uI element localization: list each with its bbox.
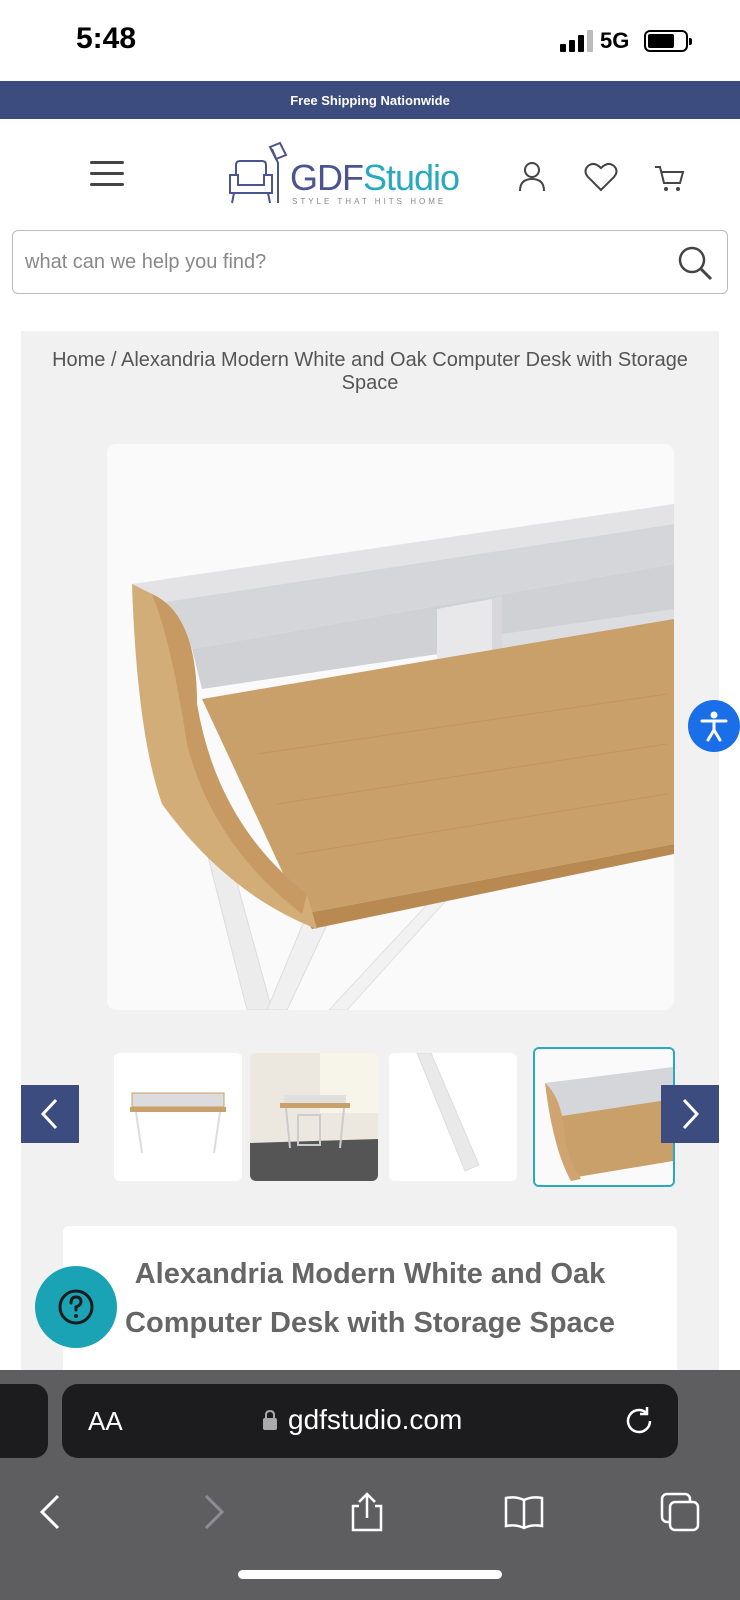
reload-icon[interactable]: [622, 1404, 656, 1438]
desk-closeup-thumbnail: [535, 1049, 673, 1185]
armchair-logo-icon: [229, 141, 288, 204]
accessibility-icon: [700, 711, 728, 742]
thumbnail-carousel: [21, 1041, 719, 1191]
breadcrumb: Home / Alexandria Modern White and Oak C…: [37, 349, 703, 395]
signal-icon: [560, 30, 593, 52]
search-bar: [12, 230, 728, 294]
promo-banner: Free Shipping Nationwide: [0, 81, 740, 119]
thumbnail-4-active[interactable]: [533, 1047, 675, 1187]
bookmarks-icon[interactable]: [502, 1490, 546, 1534]
product-info-card: Alexandria Modern White and Oak Computer…: [63, 1226, 677, 1386]
back-icon[interactable]: [30, 1490, 74, 1534]
product-panel: Home / Alexandria Modern White and Oak C…: [21, 331, 719, 1386]
account-icon[interactable]: [514, 159, 550, 195]
home-indicator: [238, 1570, 502, 1579]
chevron-left-icon: [40, 1098, 58, 1130]
chevron-right-icon: [682, 1098, 700, 1130]
question-mark-icon: [58, 1289, 94, 1325]
url-display[interactable]: gdfstudio.com: [262, 1404, 462, 1436]
network-label: 5G: [600, 28, 630, 53]
product-main-image[interactable]: [107, 444, 674, 1010]
menu-icon[interactable]: [90, 161, 126, 187]
thumbnail-2[interactable]: [250, 1053, 378, 1181]
thumbnail-3[interactable]: [389, 1053, 517, 1181]
desk-closeup-image: [107, 444, 674, 1010]
tabs-icon[interactable]: [658, 1490, 702, 1534]
browser-nav-row: [0, 1478, 740, 1548]
thumbnail-1[interactable]: [114, 1053, 242, 1181]
lock-icon: [263, 1409, 277, 1430]
battery-icon: [644, 30, 692, 52]
logo-tagline: STYLE THAT HITS HOME: [292, 197, 447, 206]
desk-leg-thumbnail: [389, 1053, 517, 1181]
heart-icon[interactable]: [583, 159, 619, 195]
search-icon[interactable]: [675, 243, 715, 283]
text-size-button[interactable]: AA: [88, 1406, 123, 1437]
desk-room-thumbnail: [250, 1053, 378, 1181]
carousel-prev-button[interactable]: [21, 1085, 79, 1143]
help-chat-button[interactable]: [35, 1266, 117, 1348]
carousel-next-button[interactable]: [661, 1085, 719, 1143]
share-icon[interactable]: [345, 1490, 389, 1534]
product-title: Alexandria Modern White and Oak Computer…: [125, 1258, 615, 1339]
site-header: GDFStudio STYLE THAT HITS HOME: [0, 119, 740, 229]
cart-icon[interactable]: [652, 159, 688, 195]
breadcrumb-separator: /: [110, 349, 117, 371]
site-logo[interactable]: GDFStudio STYLE THAT HITS HOME: [224, 141, 460, 213]
forward-icon[interactable]: [190, 1490, 234, 1534]
desk-front-thumbnail: [114, 1053, 242, 1181]
address-bar[interactable]: AA gdfstudio.com: [62, 1384, 678, 1458]
url-text: gdfstudio.com: [288, 1404, 463, 1435]
breadcrumb-current: Alexandria Modern White and Oak Computer…: [121, 349, 688, 394]
logo-wordmark: GDFStudio: [290, 157, 460, 198]
breadcrumb-home-link[interactable]: Home: [52, 349, 105, 371]
accessibility-button[interactable]: [688, 700, 740, 752]
search-input[interactable]: [25, 241, 665, 283]
status-bar: 5:48 5G: [0, 0, 740, 80]
status-time: 5:48: [76, 22, 137, 55]
browser-toolbar: AA gdfstudio.com: [0, 1370, 740, 1600]
previous-tab-stub[interactable]: [0, 1384, 48, 1458]
